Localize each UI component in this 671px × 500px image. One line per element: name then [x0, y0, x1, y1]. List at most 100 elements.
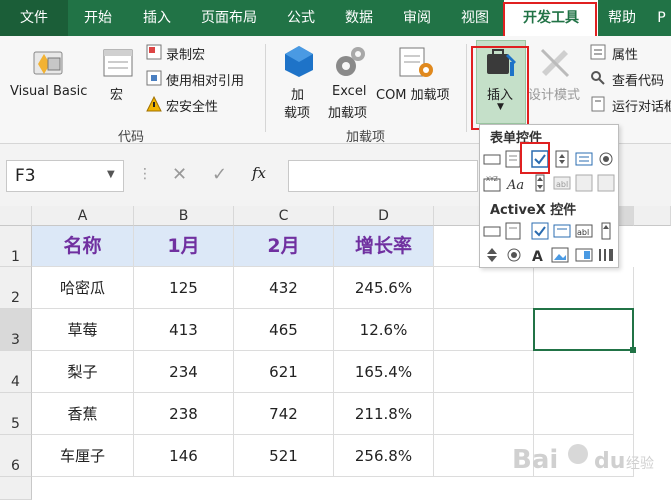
table-cell[interactable]: 413	[134, 309, 234, 351]
activex-text-box-icon[interactable]: abl	[574, 221, 594, 241]
tab-data[interactable]: 数据	[330, 0, 388, 36]
row-header-2[interactable]: 2	[0, 267, 32, 309]
activex-image-icon[interactable]	[550, 245, 570, 265]
column-header-b[interactable]: B	[134, 206, 234, 226]
select-all-corner[interactable]	[0, 206, 32, 226]
table-cell[interactable]: 125	[134, 267, 234, 309]
formula-input[interactable]	[288, 160, 478, 192]
use-relative-reference-button[interactable]: 使用相对引用	[166, 70, 244, 89]
tab-review[interactable]: 审阅	[388, 0, 446, 36]
table-cell[interactable]: 742	[234, 393, 334, 435]
activex-label-icon[interactable]: A	[528, 245, 548, 265]
visual-basic-button[interactable]: Visual Basic	[10, 84, 87, 99]
list-box-control-icon[interactable]	[574, 149, 594, 169]
addins-label-line2[interactable]: 载项	[284, 102, 310, 121]
header-cell-feb[interactable]: 2月	[234, 226, 334, 267]
row-header-3[interactable]: 3	[0, 309, 32, 351]
svg-text:Aa: Aa	[506, 178, 524, 193]
button-control-icon[interactable]	[482, 149, 502, 169]
header-cell-jan[interactable]: 1月	[134, 226, 234, 267]
macro-button[interactable]: 宏	[110, 84, 123, 103]
tab-overflow[interactable]: P	[652, 0, 671, 36]
table-cell[interactable]: 12.6%	[334, 309, 434, 351]
activex-more-controls-icon[interactable]	[596, 245, 616, 265]
column-header-c[interactable]: C	[234, 206, 334, 226]
insert-function-button[interactable]: fx	[252, 164, 266, 182]
column-header-g[interactable]	[634, 206, 671, 226]
empty-cell[interactable]	[434, 309, 534, 351]
svg-text:abl: abl	[577, 228, 589, 237]
row-header-7[interactable]	[0, 477, 32, 500]
table-cell[interactable]: 256.8%	[334, 435, 434, 477]
tab-file[interactable]: 文件	[0, 0, 68, 36]
column-header-a[interactable]: A	[32, 206, 134, 226]
table-cell[interactable]: 234	[134, 351, 234, 393]
activex-button-icon[interactable]	[482, 221, 502, 241]
scroll-bar-control-icon[interactable]	[530, 173, 550, 193]
option-button-control-icon[interactable]	[596, 149, 616, 169]
excel-addins-line2[interactable]: 加载项	[328, 102, 367, 121]
empty-cell[interactable]	[434, 351, 534, 393]
view-code-button[interactable]: 查看代码	[612, 70, 664, 89]
enter-icon[interactable]: ✓	[212, 164, 227, 185]
empty-cell[interactable]	[534, 393, 634, 435]
name-box-dropdown-icon[interactable]: ▼	[107, 169, 115, 180]
tab-view[interactable]: 视图	[446, 0, 504, 36]
svg-text:du: du	[594, 449, 625, 474]
tab-home[interactable]: 开始	[68, 0, 128, 36]
row-header-6[interactable]: 6	[0, 435, 32, 477]
table-cell[interactable]: 146	[134, 435, 234, 477]
run-dialog-button[interactable]: 运行对话框	[612, 96, 671, 115]
activex-scroll-bar-icon[interactable]	[596, 221, 616, 241]
header-cell-name[interactable]: 名称	[32, 226, 134, 267]
group-box-control-icon[interactable]: XYZ	[482, 173, 502, 193]
fill-handle[interactable]	[630, 347, 636, 353]
tab-page-layout[interactable]: 页面布局	[186, 0, 272, 36]
activex-list-box-icon[interactable]	[552, 221, 572, 241]
table-cell[interactable]: 香蕉	[32, 393, 134, 435]
table-cell[interactable]: 521	[234, 435, 334, 477]
design-mode-button[interactable]: 设计模式	[528, 84, 580, 103]
row-header-1[interactable]: 1	[0, 226, 32, 267]
selected-cell-f3[interactable]	[533, 308, 634, 351]
row-header-5[interactable]: 5	[0, 393, 32, 435]
table-cell[interactable]: 车厘子	[32, 435, 134, 477]
empty-cell[interactable]	[434, 267, 534, 309]
spin-button-control-icon[interactable]	[552, 149, 572, 169]
record-macro-button[interactable]: 录制宏	[166, 44, 205, 63]
tab-formulas[interactable]: 公式	[272, 0, 330, 36]
table-cell[interactable]: 梨子	[32, 351, 134, 393]
row-header-4[interactable]: 4	[0, 351, 32, 393]
activex-checkbox-icon[interactable]	[530, 221, 550, 241]
column-header-d[interactable]: D	[334, 206, 434, 226]
table-cell[interactable]: 238	[134, 393, 234, 435]
table-cell[interactable]: 621	[234, 351, 334, 393]
macro-security-button[interactable]: 宏安全性	[166, 96, 218, 115]
activex-spin-button-icon[interactable]	[482, 245, 502, 265]
activex-option-button-icon[interactable]	[504, 245, 524, 265]
empty-cell[interactable]	[534, 351, 634, 393]
tab-help[interactable]: 帮助	[598, 0, 646, 36]
label-control-icon[interactable]: Aa	[506, 173, 526, 193]
cancel-icon[interactable]: ✕	[172, 164, 187, 185]
header-cell-growth[interactable]: 增长率	[334, 226, 434, 267]
table-cell[interactable]: 432	[234, 267, 334, 309]
table-cell[interactable]: 245.6%	[334, 267, 434, 309]
table-cell[interactable]: 草莓	[32, 309, 134, 351]
table-cell[interactable]: 211.8%	[334, 393, 434, 435]
table-cell[interactable]: 465	[234, 309, 334, 351]
com-addins-button[interactable]: COM 加载项	[376, 84, 450, 103]
empty-cell[interactable]	[534, 267, 634, 309]
table-cell[interactable]: 165.4%	[334, 351, 434, 393]
properties-button[interactable]: 属性	[612, 44, 638, 63]
group-separator	[265, 44, 266, 132]
tab-insert[interactable]: 插入	[128, 0, 186, 36]
name-box[interactable]: F3 ▼	[6, 160, 124, 192]
design-mode-icon	[540, 48, 570, 78]
addins-label-line1[interactable]: 加	[291, 84, 304, 103]
activex-toggle-button-icon[interactable]	[574, 245, 594, 265]
activex-combo-box-icon[interactable]	[504, 221, 524, 241]
excel-addins-line1[interactable]: Excel	[332, 84, 366, 99]
table-cell[interactable]: 哈密瓜	[32, 267, 134, 309]
empty-cell[interactable]	[434, 393, 534, 435]
